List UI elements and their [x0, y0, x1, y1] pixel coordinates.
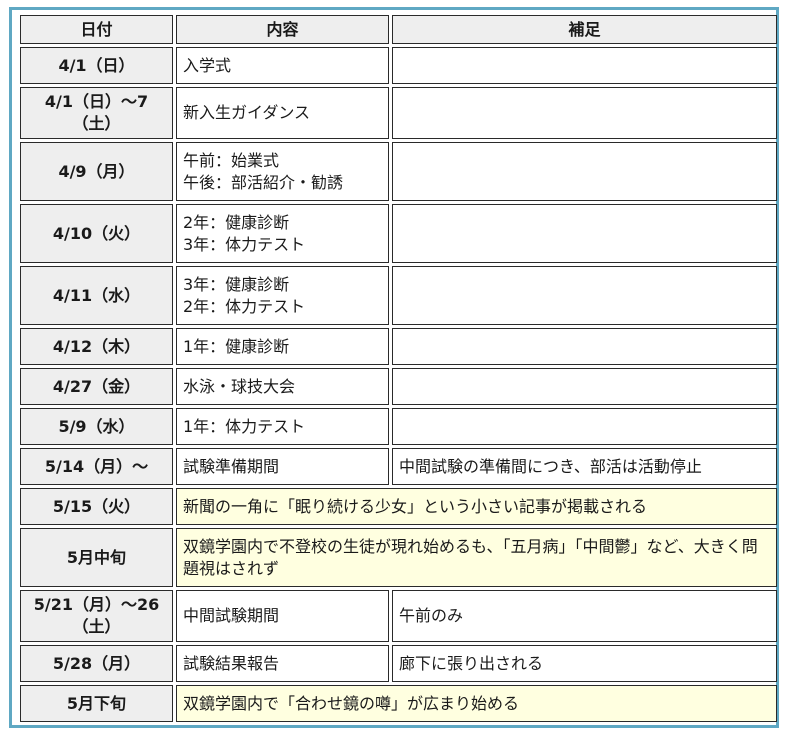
- content-cell: 3年：健康診断 2年：体力テスト: [176, 266, 389, 325]
- content-cell: 試験結果報告: [176, 645, 389, 682]
- content-cell: 双鏡学園内で「合わせ鏡の噂」が広まり始める: [176, 685, 777, 722]
- date-cell: 4/1（日）: [20, 47, 173, 84]
- note-cell: [392, 266, 777, 325]
- date-cell: 4/27（金）: [20, 368, 173, 405]
- note-cell: [392, 204, 777, 263]
- note-cell: [392, 87, 777, 139]
- table-row: 4/11（水） 3年：健康診断 2年：体力テスト: [20, 266, 777, 325]
- content-cell: 1年：健康診断: [176, 328, 389, 365]
- date-cell: 5/9（水）: [20, 408, 173, 445]
- header-date: 日付: [20, 15, 173, 44]
- note-cell: 中間試験の準備間につき、部活は活動停止: [392, 448, 777, 485]
- date-cell: 4/9（月）: [20, 142, 173, 201]
- content-cell: 水泳・球技大会: [176, 368, 389, 405]
- content-cell: 1年：体力テスト: [176, 408, 389, 445]
- content-cell: 午前：始業式 午後：部活紹介・勧誘: [176, 142, 389, 201]
- date-cell: 5/21（月）～26（土）: [20, 590, 173, 642]
- table-row: 4/12（木） 1年：健康診断: [20, 328, 777, 365]
- table-row: 4/1（日）～7（土） 新入生ガイダンス: [20, 87, 777, 139]
- note-cell: [392, 368, 777, 405]
- date-cell: 5/15（火）: [20, 488, 173, 525]
- content-cell: 中間試験期間: [176, 590, 389, 642]
- header-row: 日付 内容 補足: [20, 15, 777, 44]
- table-row: 5/14（月）～ 試験準備期間 中間試験の準備間につき、部活は活動停止: [20, 448, 777, 485]
- note-cell: 午前のみ: [392, 590, 777, 642]
- date-cell: 5月下旬: [20, 685, 173, 722]
- schedule-table: 日付 内容 補足 4/1（日） 入学式 4/1（日）～7（土） 新入生ガイダンス 4/9…: [17, 12, 780, 725]
- note-cell: [392, 47, 777, 84]
- content-cell: 入学式: [176, 47, 389, 84]
- date-cell: 5/28（月）: [20, 645, 173, 682]
- content-cell: 双鏡学園内で不登校の生徒が現れ始めるも、「五月病」「中間鬱」など、大きく問題視は…: [176, 528, 777, 587]
- note-cell: [392, 142, 777, 201]
- date-cell: 4/10（火）: [20, 204, 173, 263]
- table-row: 5/28（月） 試験結果報告 廊下に張り出される: [20, 645, 777, 682]
- header-content: 内容: [176, 15, 389, 44]
- table-row: 5月下旬 双鏡学園内で「合わせ鏡の噂」が広まり始める: [20, 685, 777, 722]
- date-cell: 5月中旬: [20, 528, 173, 587]
- table-row: 4/10（火） 2年：健康診断 3年：体力テスト: [20, 204, 777, 263]
- content-cell: 新入生ガイダンス: [176, 87, 389, 139]
- table-row: 5/21（月）～26（土） 中間試験期間 午前のみ: [20, 590, 777, 642]
- date-cell: 4/1（日）～7（土）: [20, 87, 173, 139]
- content-cell: 新聞の一角に「眠り続ける少女」という小さい記事が掲載される: [176, 488, 777, 525]
- content-cell: 試験準備期間: [176, 448, 389, 485]
- header-note: 補足: [392, 15, 777, 44]
- table-row: 4/27（金） 水泳・球技大会: [20, 368, 777, 405]
- note-cell: [392, 328, 777, 365]
- date-cell: 5/14（月）～: [20, 448, 173, 485]
- content-cell: 2年：健康診断 3年：体力テスト: [176, 204, 389, 263]
- table-row: 5/9（水） 1年：体力テスト: [20, 408, 777, 445]
- date-cell: 4/12（木）: [20, 328, 173, 365]
- note-cell: 廊下に張り出される: [392, 645, 777, 682]
- schedule-frame: 日付 内容 補足 4/1（日） 入学式 4/1（日）～7（土） 新入生ガイダンス 4/9…: [9, 7, 779, 728]
- table-row: 5/15（火） 新聞の一角に「眠り続ける少女」という小さい記事が掲載される: [20, 488, 777, 525]
- table-row: 4/1（日） 入学式: [20, 47, 777, 84]
- table-row: 5月中旬 双鏡学園内で不登校の生徒が現れ始めるも、「五月病」「中間鬱」など、大きく…: [20, 528, 777, 587]
- note-cell: [392, 408, 777, 445]
- date-cell: 4/11（水）: [20, 266, 173, 325]
- table-row: 4/9（月） 午前：始業式 午後：部活紹介・勧誘: [20, 142, 777, 201]
